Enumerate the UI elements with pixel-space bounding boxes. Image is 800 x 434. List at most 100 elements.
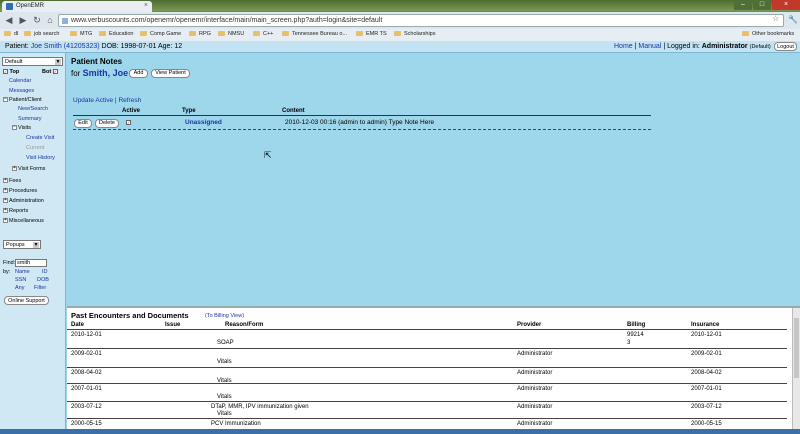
sidebar-item-miscellaneous[interactable]: + Miscellaneous (3, 218, 44, 224)
billing-view-link[interactable]: (To Billing View) (205, 313, 244, 319)
patient-notes-panel: Patient Notes for Smith, Joe Add View Pa… (67, 53, 800, 305)
by-label: by: (3, 269, 11, 275)
bookmark-item[interactable]: Tennessee Bureau o... (282, 31, 347, 37)
sidebar-item-visit-forms[interactable]: + Visit Forms (12, 166, 45, 172)
sidebar-item-patient-client[interactable]: − Patient/Client (3, 97, 42, 103)
sidebar-item-administration[interactable]: + Administration (3, 198, 44, 204)
sidebar-item-fees[interactable]: + Fees (3, 178, 21, 184)
logout-button[interactable]: Logout (774, 42, 797, 51)
reload-icon[interactable]: ↻ (32, 15, 42, 25)
other-bookmarks[interactable]: Other bookmarks (742, 31, 794, 37)
bookmark-item[interactable]: MTG (70, 31, 92, 37)
bookmark-item[interactable]: EMR TS (356, 31, 387, 37)
favicon-icon (6, 3, 13, 10)
back-icon[interactable]: ◀ (4, 15, 14, 25)
close-window-icon[interactable]: × (772, 0, 800, 10)
find-by-name[interactable]: Name (15, 269, 30, 275)
bookmark-item[interactable]: Education (99, 31, 133, 37)
bookmark-item[interactable]: Comp Game (140, 31, 181, 37)
folder-icon (4, 31, 11, 37)
bookmark-item[interactable]: dl (4, 31, 18, 37)
column-header-provider: Provider (517, 322, 542, 328)
column-header-billing: Billing (627, 322, 646, 328)
sidebar: Default ▼ ✓ Top Bot ✓ Calendar Messages … (0, 53, 66, 434)
folder-icon (356, 31, 363, 37)
encounter-row[interactable]: 2010-12-01 SOAP 99214 3 2010-12-01 (67, 329, 787, 348)
find-by-dob[interactable]: DOB (37, 277, 49, 283)
browser-tab[interactable]: OpenEMR × (2, 1, 152, 12)
tab-strip: OpenEMR × – □ × (0, 0, 800, 12)
find-by-id[interactable]: ID (42, 269, 48, 275)
bookmark-star-icon[interactable]: ☆ (772, 14, 779, 23)
expand-icon: + (12, 165, 17, 172)
encounter-row[interactable]: 2007-01-01 Vitals Administrator 2007-01-… (67, 383, 787, 401)
find-label: Find: (3, 260, 16, 266)
home-icon[interactable]: ⌂ (45, 15, 55, 25)
sidebar-item-visits[interactable]: − Visits (12, 125, 31, 131)
expand-icon: + (3, 207, 8, 214)
expand-icon: + (3, 217, 8, 224)
sidebar-item-reports[interactable]: + Reports (3, 208, 28, 214)
encounter-row[interactable]: 2009-02-01 Vitals Administrator 2009-02-… (67, 348, 787, 367)
popups-select[interactable]: Popups ▼ (3, 240, 41, 249)
sidebar-item-current[interactable]: Current (26, 145, 44, 151)
manual-link[interactable]: Manual (638, 43, 661, 50)
column-header-type: Type (182, 108, 196, 114)
sidebar-item-summary[interactable]: Summary (18, 116, 42, 122)
forward-icon[interactable]: ▶ (18, 15, 28, 25)
browser-chrome: OpenEMR × – □ × ◀ ▶ ↻ ⌂ www.verbuscounts… (0, 0, 800, 41)
maximize-icon[interactable]: □ (753, 0, 771, 10)
sidebar-item-procedures[interactable]: + Procedures (3, 188, 37, 194)
add-note-button[interactable]: Add (129, 69, 148, 78)
sidebar-item-new-search[interactable]: New/Search (18, 106, 48, 112)
delete-note-button[interactable]: Delete (95, 119, 119, 128)
refresh-link[interactable]: Refresh (118, 97, 141, 104)
online-support-button[interactable]: Online Support (4, 296, 49, 305)
minimize-icon[interactable]: – (734, 0, 752, 10)
active-checkbox[interactable]: ✓ (126, 120, 131, 125)
find-by-any[interactable]: Any (15, 285, 24, 291)
taskbar (0, 429, 800, 434)
chevron-down-icon: ▼ (55, 59, 61, 65)
find-input[interactable] (15, 259, 47, 267)
scrollbar-thumb[interactable] (794, 318, 799, 378)
close-tab-icon[interactable]: × (144, 2, 148, 9)
checkbox-icon: ✓ (3, 69, 8, 75)
view-patient-button[interactable]: View Patient (151, 69, 190, 78)
encounters-scrollbar[interactable] (792, 308, 800, 434)
column-header-insurance: Insurance (691, 322, 720, 328)
column-header-content: Content (282, 108, 305, 114)
encounter-row[interactable]: 2008-04-02 Vitals Administrator 2008-04-… (67, 367, 787, 384)
mouse-cursor-icon: ⇱ (264, 150, 272, 160)
bookmark-item[interactable]: Scholarships (394, 31, 436, 37)
encounter-row[interactable]: 2003-07-12 DTaP, MMR, IPV immunization g… (67, 401, 787, 418)
bookmark-item[interactable]: RPG (189, 31, 211, 37)
sidebar-item-messages[interactable]: Messages (9, 88, 34, 94)
user-name: Administrator (701, 43, 748, 50)
bookmark-item[interactable]: NMSU (218, 31, 244, 37)
home-link[interactable]: Home (614, 43, 633, 50)
bookmark-item[interactable]: C++ (253, 31, 273, 37)
edit-note-button[interactable]: Edit (74, 119, 92, 128)
note-type-link[interactable]: Unassigned (185, 119, 222, 126)
update-active-link[interactable]: Update Active (73, 97, 113, 104)
column-header-active: Active (122, 108, 141, 114)
sidebar-item-visit-history[interactable]: Visit History (26, 155, 55, 161)
bot-toggle[interactable]: Bot ✓ (42, 69, 58, 75)
folder-icon (24, 31, 31, 37)
layout-select[interactable]: Default ▼ (2, 57, 63, 66)
patient-name-link[interactable]: Joe Smith (41205323) (31, 43, 100, 50)
folder-icon (253, 31, 260, 37)
bookmark-item[interactable]: job search (24, 31, 59, 37)
sidebar-item-calendar[interactable]: Calendar (9, 78, 31, 84)
address-bar[interactable]: www.verbuscounts.com/openemr/openemr/int… (58, 14, 784, 27)
sidebar-item-create-visit[interactable]: Create Visit (26, 135, 54, 141)
find-by-ssn[interactable]: SSN (15, 277, 26, 283)
emr-header: Patient: Joe Smith (41205323) DOB: 1998-… (0, 41, 800, 53)
window-controls: – □ × (733, 0, 800, 11)
find-filter[interactable]: Filter (34, 285, 46, 291)
folder-icon (218, 31, 225, 37)
wrench-icon[interactable]: 🔧 (788, 15, 798, 24)
top-toggle[interactable]: ✓ Top (3, 69, 19, 75)
notes-actions: Update Active | Refresh (73, 97, 142, 104)
